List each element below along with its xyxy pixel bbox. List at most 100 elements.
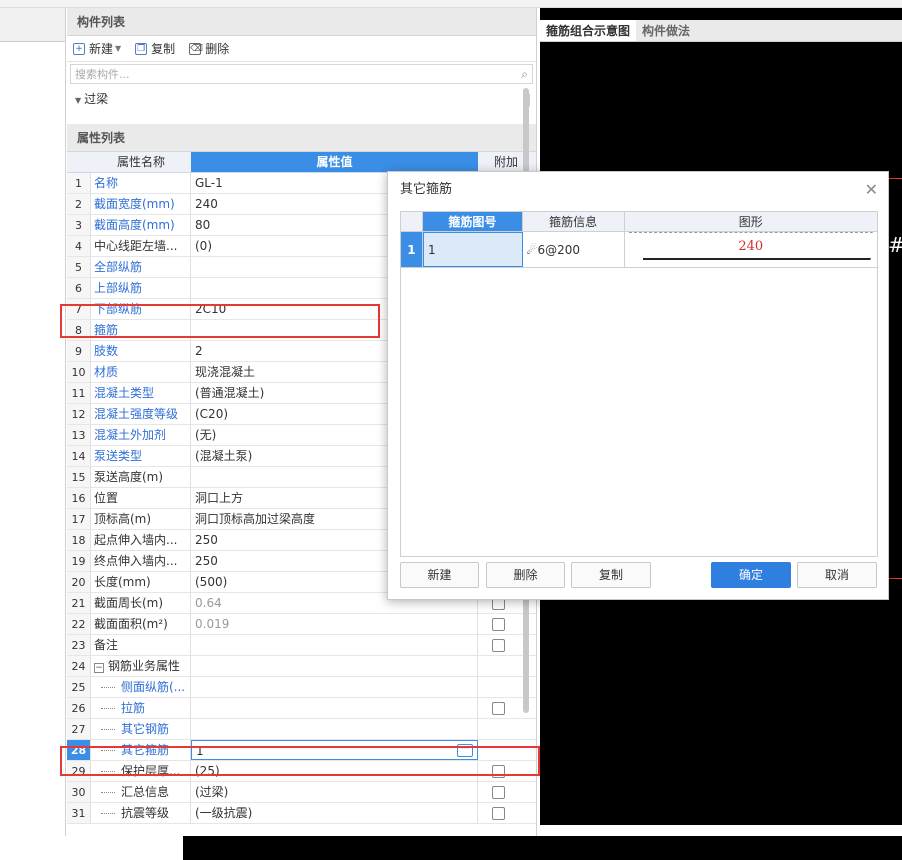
property-value[interactable]: (过梁): [191, 782, 478, 802]
figure-cell[interactable]: 240: [625, 232, 877, 267]
table-row[interactable]: 28 其它箍筋 1 ···: [67, 740, 536, 761]
property-name-text: 拉筋: [121, 701, 146, 715]
property-value-text: 80: [195, 218, 211, 232]
property-value-text: (普通混凝土): [195, 386, 265, 400]
property-name-text: 顶标高(m): [94, 512, 152, 526]
table-row[interactable]: 29 保护层厚... (25): [67, 761, 536, 782]
property-value[interactable]: (一级抗震): [191, 803, 478, 823]
table-row[interactable]: 1 1 ☄6@200 240: [401, 232, 877, 268]
property-name: 肢数: [91, 341, 191, 361]
property-name-text: 位置: [94, 491, 119, 505]
table-row[interactable]: 25 侧面纵筋(...: [67, 677, 536, 698]
figure-rebar-line: [642, 258, 871, 260]
delete-label: 删除: [205, 42, 230, 56]
property-name-text: 终点伸入墙内...: [94, 554, 178, 568]
dialog-button-bar: 新建 删除 复制 确定 取消: [400, 562, 877, 588]
property-name-text: 截面宽度(mm): [94, 197, 175, 211]
property-name: 抗震等级: [91, 803, 191, 823]
left-panel-header: [0, 8, 65, 42]
figure-dashed-line: [628, 232, 873, 233]
hash-mark: #: [888, 233, 902, 257]
property-name-text: 混凝土类型: [94, 386, 155, 400]
ok-button[interactable]: 确定: [711, 562, 791, 588]
property-value[interactable]: 0.019: [191, 614, 478, 634]
property-name-text: 截面面积(m²): [94, 617, 168, 631]
table-row[interactable]: 23 备注: [67, 635, 536, 656]
row-index: 7: [67, 299, 91, 319]
delete-button[interactable]: 删除: [486, 562, 565, 588]
new-button[interactable]: 新建: [400, 562, 479, 588]
search-input[interactable]: 搜索构件... ⌕: [70, 64, 533, 84]
search-icon[interactable]: ⌕: [521, 67, 528, 82]
figure-dimension[interactable]: 240: [625, 239, 877, 254]
row-index: 25: [67, 677, 91, 697]
table-row[interactable]: 31 抗震等级 (一级抗震): [67, 803, 536, 824]
property-name: 备注: [91, 635, 191, 655]
new-component-button[interactable]: + 新建 ▼: [73, 40, 121, 57]
property-name-text: 抗震等级: [121, 806, 170, 820]
property-value[interactable]: [191, 719, 478, 739]
cancel-button[interactable]: 取消: [797, 562, 877, 588]
property-name: 下部纵筋: [91, 299, 191, 319]
property-name-text: 钢筋业务属性: [108, 659, 181, 673]
close-icon[interactable]: ✕: [865, 172, 878, 208]
copy-component-button[interactable]: ❐ 复制: [135, 40, 175, 57]
property-value[interactable]: [191, 677, 478, 697]
property-value-text: 0.019: [195, 617, 230, 631]
property-name-text: 备注: [94, 638, 119, 652]
ellipsis-icon[interactable]: ···: [457, 744, 473, 757]
attach-checkbox[interactable]: [491, 701, 505, 715]
property-name: 箍筋: [91, 320, 191, 340]
shape-no-cell[interactable]: 1: [422, 232, 523, 267]
table-row[interactable]: 24− 钢筋业务属性: [67, 656, 536, 677]
property-value[interactable]: [191, 698, 478, 718]
property-value[interactable]: [191, 656, 478, 676]
info-cell[interactable]: ☄6@200: [523, 232, 625, 267]
row-index: 30: [67, 782, 91, 802]
property-name: 泵送高度(m): [91, 467, 191, 487]
property-value[interactable]: [191, 635, 478, 655]
attach-checkbox[interactable]: [491, 764, 505, 778]
property-value[interactable]: 1 ···: [191, 740, 478, 760]
row-index: 19: [67, 551, 91, 571]
property-name: 顶标高(m): [91, 509, 191, 529]
row-index: 12: [67, 404, 91, 424]
attach-checkbox[interactable]: [491, 785, 505, 799]
tab-component-method[interactable]: 构件做法: [636, 20, 696, 41]
extra-cell: [478, 761, 518, 781]
attach-checkbox[interactable]: [491, 617, 505, 631]
table-row[interactable]: 22 截面面积(m²) 0.019: [67, 614, 536, 635]
property-name-text: 保护层厚...: [121, 764, 181, 778]
property-name-text: 混凝土强度等级: [94, 407, 179, 421]
property-name: 其它钢筋: [91, 719, 191, 739]
property-name: 拉筋: [91, 698, 191, 718]
property-name-text: 截面周长(m): [94, 596, 164, 610]
row-index: 16: [67, 488, 91, 508]
chevron-down-icon[interactable]: ▼: [115, 44, 121, 53]
row-index: 1: [67, 173, 91, 193]
tree-node-lintel[interactable]: ▼ 过梁: [75, 90, 528, 107]
row-index: 15: [67, 467, 91, 487]
collapse-icon[interactable]: −: [94, 663, 104, 673]
row-index: 8: [67, 320, 91, 340]
table-row[interactable]: 27 其它钢筋: [67, 719, 536, 740]
property-name-text: 混凝土外加剂: [94, 428, 167, 442]
tab-stirrup-diagram[interactable]: 箍筋组合示意图: [540, 20, 637, 41]
copy-button[interactable]: 复制: [571, 562, 651, 588]
property-value-text: (0): [195, 239, 212, 253]
property-name-text: 泵送高度(m): [94, 470, 164, 484]
row-index: 29: [67, 761, 91, 781]
attach-checkbox[interactable]: [491, 806, 505, 820]
table-row[interactable]: 30 汇总信息 (过梁): [67, 782, 536, 803]
property-name: 汇总信息: [91, 782, 191, 802]
property-name-text: 泵送类型: [94, 449, 143, 463]
property-name: 名称: [91, 173, 191, 193]
delete-component-button[interactable]: ⌫ 删除: [189, 40, 229, 57]
attach-checkbox[interactable]: [491, 638, 505, 652]
property-value[interactable]: (25): [191, 761, 478, 781]
row-index: 26: [67, 698, 91, 718]
tree-expand-icon[interactable]: ▼: [75, 96, 81, 105]
other-stirrup-dialog: 其它箍筋 ✕ 箍筋图号 箍筋信息 图形 1 1 ☄6@200 240 新建 删除…: [387, 171, 889, 600]
table-row[interactable]: 26 拉筋: [67, 698, 536, 719]
property-name-text: 名称: [94, 176, 119, 190]
